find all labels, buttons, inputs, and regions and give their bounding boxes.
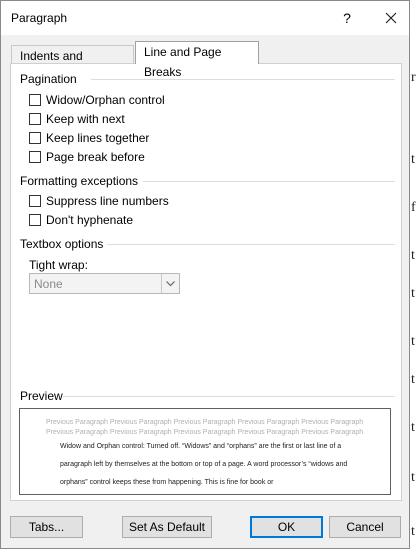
paragraph-dialog: Paragraph ? Indents and Spacing Line and…	[0, 0, 410, 549]
pagination-heading: Pagination	[20, 72, 77, 86]
checkbox-label: Don't hyphenate	[46, 213, 134, 227]
preview-previous-line: Previous Paragraph Previous Paragraph Pr…	[46, 419, 364, 426]
dont-hyphenate-checkbox[interactable]	[29, 214, 41, 226]
preview-text-line: orphans” control keeps these from happen…	[60, 479, 274, 486]
ok-button[interactable]: OK	[250, 516, 323, 538]
page-break-before-checkbox[interactable]	[29, 151, 41, 163]
close-icon	[385, 12, 397, 24]
button-label: OK	[277, 520, 296, 534]
divider	[63, 396, 395, 397]
keep-lines-together-checkbox[interactable]	[29, 132, 41, 144]
button-label: Cancel	[346, 520, 384, 534]
checkbox-label: Page break before	[46, 150, 145, 164]
background-char: t	[411, 420, 415, 435]
chevron-down-icon[interactable]	[161, 274, 179, 293]
button-label: Tabs...	[28, 520, 65, 534]
divider	[107, 244, 395, 245]
keep-with-next-checkbox[interactable]	[29, 113, 41, 125]
title-bar: Paragraph ?	[1, 1, 409, 35]
background-char: t	[411, 372, 415, 387]
preview-previous-line: Previous Paragraph Previous Paragraph Pr…	[46, 429, 364, 436]
tight-wrap-label: Tight wrap:	[29, 258, 88, 272]
dialog-title: Paragraph	[11, 11, 68, 25]
checkbox-label: Widow/Orphan control	[46, 93, 165, 107]
checkbox-label: Suppress line numbers	[46, 194, 169, 208]
button-label: Set As Default	[128, 520, 206, 534]
divider	[91, 79, 395, 80]
checkbox-label: Keep with next	[46, 112, 125, 126]
cancel-button[interactable]: Cancel	[329, 516, 401, 538]
divider	[143, 181, 395, 182]
preview-text-line: Widow and Orphan control: Turned off. “W…	[60, 443, 342, 450]
widow-orphan-control-checkbox[interactable]	[29, 94, 41, 106]
formatting-exceptions-heading: Formatting exceptions	[20, 174, 139, 188]
background-char: t	[411, 524, 415, 539]
background-char: f	[411, 200, 416, 215]
tab-panel: Pagination Widow/Orphan control Keep wit…	[10, 63, 402, 501]
background-char: t	[411, 470, 415, 485]
preview-box: Previous Paragraph Previous Paragraph Pr…	[19, 408, 391, 495]
checkbox-label: Keep lines together	[46, 131, 150, 145]
tight-wrap-dropdown[interactable]: None	[29, 273, 180, 294]
background-char: t	[411, 248, 415, 263]
preview-text-line: paragraph left by themselves at the bott…	[60, 461, 348, 468]
suppress-line-numbers-checkbox[interactable]	[29, 195, 41, 207]
tabs-button[interactable]: Tabs...	[10, 516, 83, 538]
background-char: t	[411, 286, 415, 301]
preview-heading: Preview	[20, 389, 63, 403]
help-button[interactable]: ?	[337, 8, 357, 28]
background-char: r	[411, 70, 416, 85]
close-button[interactable]	[381, 8, 401, 28]
background-char: t	[411, 334, 415, 349]
background-char: t	[411, 152, 415, 167]
set-as-default-button[interactable]: Set As Default	[122, 516, 212, 538]
tab-indents-and-spacing[interactable]: Indents and Spacing	[11, 45, 134, 83]
tight-wrap-value: None	[34, 277, 63, 291]
tab-line-and-page-breaks[interactable]: Line and Page Breaks	[135, 41, 259, 79]
textbox-options-heading: Textbox options	[20, 237, 104, 251]
